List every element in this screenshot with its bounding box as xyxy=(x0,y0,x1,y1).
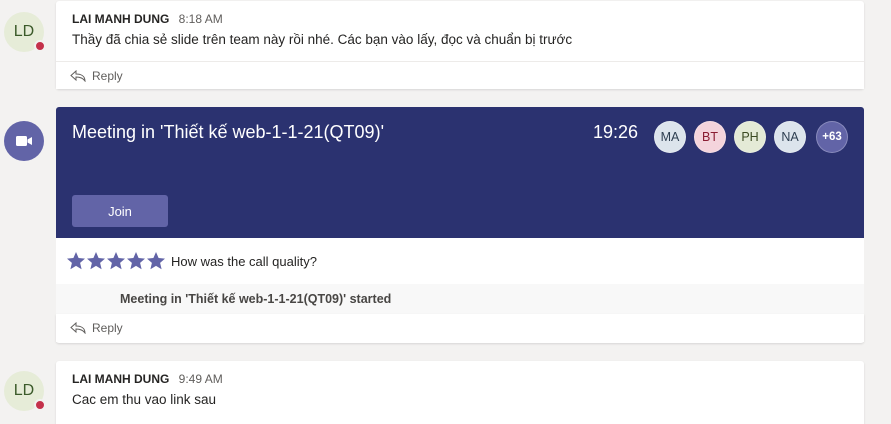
join-button[interactable]: Join xyxy=(72,195,168,227)
presence-busy-icon xyxy=(34,40,46,52)
meeting-started-row: Meeting in 'Thiết kế web-1-1-21(QT09)' s… xyxy=(56,284,864,314)
participant-initials: NA xyxy=(781,130,799,144)
star-icon[interactable] xyxy=(126,251,146,271)
overflow-count-label: +63 xyxy=(822,131,842,143)
star-rating[interactable] xyxy=(66,251,166,271)
message-card: LAI MANH DUNG 8:18 AM Thầy đã chia sẻ sl… xyxy=(56,1,864,89)
meeting-timer: 19:26 xyxy=(593,122,639,142)
rating-prompt: How was the call quality? xyxy=(171,253,317,269)
participant-initials: PH xyxy=(741,130,759,144)
timestamp: 8:18 AM xyxy=(178,12,223,26)
reply-label: Reply xyxy=(92,321,123,335)
author-name[interactable]: LAI MANH DUNG xyxy=(72,12,169,26)
star-icon[interactable] xyxy=(106,251,126,271)
participant-avatar[interactable]: PH xyxy=(734,121,766,153)
message-text: Cac em thu vao link sau xyxy=(72,392,217,407)
star-icon[interactable] xyxy=(146,251,166,271)
meeting-reply-card: Reply xyxy=(56,314,864,343)
timestamp: 9:49 AM xyxy=(178,372,223,386)
message-text: Thầy đã chia sẻ slide trên team này rồi … xyxy=(72,32,573,47)
avatar-initials: LD xyxy=(13,382,35,399)
star-icon[interactable] xyxy=(86,251,106,271)
avatar-initials: LD xyxy=(13,23,35,40)
participant-avatar[interactable]: NA xyxy=(774,121,806,153)
call-quality-rating: How was the call quality? xyxy=(56,238,864,284)
reply-label: Reply xyxy=(92,68,123,83)
message-header: LAI MANH DUNG 8:18 AM xyxy=(72,12,223,26)
author-name[interactable]: LAI MANH DUNG xyxy=(72,372,169,386)
reply-icon xyxy=(70,322,86,334)
participant-avatar[interactable]: BT xyxy=(694,121,726,153)
participant-initials: MA xyxy=(660,130,680,144)
meeting-started-text: Meeting in 'Thiết kế web-1-1-21(QT09)' s… xyxy=(120,292,392,306)
message-header: LAI MANH DUNG 9:49 AM xyxy=(72,372,223,386)
meeting-banner: Meeting in 'Thiết kế web-1-1-21(QT09)' 1… xyxy=(56,107,864,238)
presence-busy-icon xyxy=(34,399,46,411)
video-camera-icon xyxy=(4,121,44,161)
participant-overflow-count[interactable]: +63 xyxy=(816,121,848,153)
participant-initials: BT xyxy=(702,130,718,144)
reply-button[interactable]: Reply xyxy=(56,314,864,342)
reply-button[interactable]: Reply xyxy=(56,61,864,89)
star-icon[interactable] xyxy=(66,251,86,271)
reply-icon xyxy=(70,69,86,82)
participant-avatar[interactable]: MA xyxy=(654,121,686,153)
meeting-title: Meeting in 'Thiết kế web-1-1-21(QT09)' xyxy=(72,122,385,142)
message-card: LAI MANH DUNG 9:49 AM Cac em thu vao lin… xyxy=(56,361,864,424)
